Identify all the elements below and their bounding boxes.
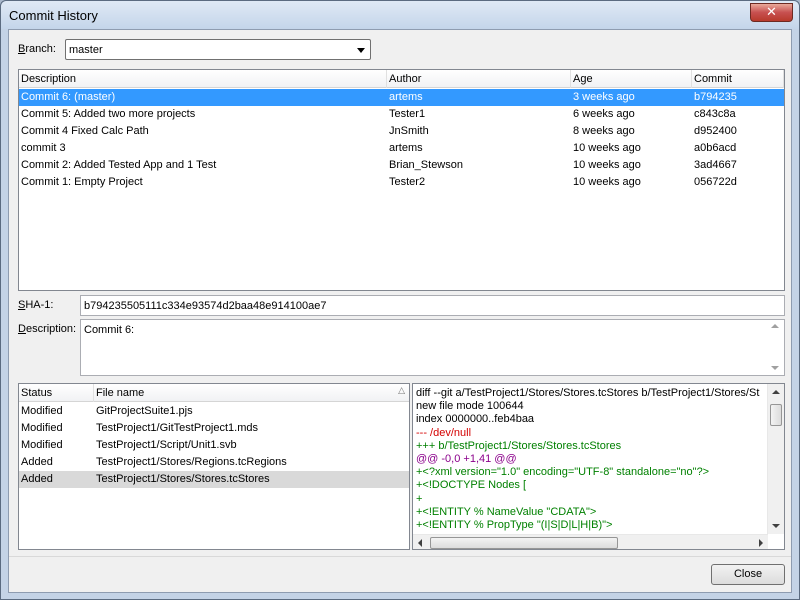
- file-row[interactable]: Modified GitProjectSuite1.pjs: [19, 403, 409, 420]
- scroll-left-icon[interactable]: [418, 539, 422, 547]
- commit-hash: a0b6acd: [694, 142, 737, 154]
- file-status: Modified: [21, 422, 63, 434]
- diff-line: new file mode 100644: [416, 400, 524, 413]
- commit-hash: 3ad4667: [694, 159, 737, 171]
- diff-line: +<?xml version="1.0" encoding="UTF-8" st…: [416, 466, 710, 479]
- description-value: Commit 6:: [84, 324, 135, 336]
- commits-header: Description Author Age Commit: [19, 70, 784, 88]
- file-name: TestProject1/GitTestProject1.mds: [96, 422, 259, 434]
- commit-description: Commit 5: Added two more projects: [21, 108, 196, 120]
- vertical-scroll-thumb[interactable]: [770, 404, 782, 426]
- commit-row[interactable]: Commit 5: Added two more projects Tester…: [19, 106, 784, 123]
- diff-line: @@ -0,0 +1,41 @@: [416, 453, 517, 465]
- commit-author: Brian_Stewson: [389, 159, 463, 171]
- branch-value: master: [69, 44, 103, 56]
- scroll-right-icon[interactable]: [759, 539, 763, 547]
- sha-label: SHA-1:: [18, 299, 54, 311]
- commit-age: 10 weeks ago: [573, 159, 641, 171]
- file-name: TestProject1/Script/Unit1.svb: [96, 439, 237, 451]
- files-list[interactable]: Status File name △ Modified GitProjectSu…: [18, 383, 410, 550]
- column-header-author[interactable]: Author: [387, 70, 571, 88]
- scroll-down-icon[interactable]: [772, 524, 780, 528]
- commit-description: Commit 2: Added Tested App and 1 Test: [21, 159, 217, 171]
- commit-hash: d952400: [694, 125, 737, 137]
- file-status: Added: [21, 456, 53, 468]
- commit-row[interactable]: Commit 1: Empty Project Tester2 10 weeks…: [19, 174, 784, 191]
- column-header-description[interactable]: Description: [19, 70, 387, 88]
- files-header: Status File name △: [19, 384, 409, 402]
- commit-age: 10 weeks ago: [573, 176, 641, 188]
- file-status: Modified: [21, 405, 63, 417]
- commit-history-window: Commit History ✕ Branch: master Descript…: [0, 0, 800, 600]
- title-bar[interactable]: Commit History ✕: [1, 1, 799, 29]
- file-row[interactable]: Added TestProject1/Stores/Regions.tcRegi…: [19, 454, 409, 471]
- diff-viewer[interactable]: diff --git a/TestProject1/Stores/Stores.…: [412, 383, 785, 550]
- branch-dropdown[interactable]: master: [65, 39, 371, 60]
- commit-age: 6 weeks ago: [573, 108, 635, 120]
- diff-line: +++ b/TestProject1/Stores/Stores.tcStore…: [416, 439, 622, 452]
- dialog-body: Branch: master Description Author Age Co…: [8, 29, 792, 593]
- commit-row[interactable]: Commit 2: Added Tested App and 1 Test Br…: [19, 157, 784, 174]
- scroll-up-icon[interactable]: [771, 324, 779, 328]
- commit-age: 10 weeks ago: [573, 142, 641, 154]
- file-name: TestProject1/Stores/Stores.tcStores: [96, 473, 270, 485]
- file-name-header-label: File name: [96, 387, 145, 399]
- chevron-down-icon: [357, 48, 365, 53]
- commit-hash: 056722d: [694, 176, 737, 188]
- sha-value: b794235505111c334e93574d2baa48e914100ae7: [84, 300, 327, 312]
- diff-content: diff --git a/TestProject1/Stores/Stores.…: [413, 384, 768, 534]
- sort-ascending-icon: △: [398, 386, 405, 396]
- branch-label: Branch:: [18, 43, 56, 55]
- commit-row[interactable]: Commit 6: (master) artems 3 weeks ago b7…: [19, 89, 784, 106]
- scroll-up-icon[interactable]: [772, 390, 780, 394]
- sha-field[interactable]: b794235505111c334e93574d2baa48e914100ae7: [80, 295, 785, 316]
- scroll-down-icon[interactable]: [771, 366, 779, 370]
- commits-list[interactable]: Description Author Age Commit Commit 6: …: [18, 69, 785, 291]
- commit-hash: b794235: [694, 91, 737, 103]
- file-name: TestProject1/Stores/Regions.tcRegions: [96, 456, 287, 468]
- file-status: Modified: [21, 439, 63, 451]
- description-scrollbar[interactable]: [767, 320, 784, 375]
- diff-vertical-scrollbar[interactable]: [767, 384, 784, 534]
- diff-line: +: [416, 492, 423, 505]
- column-header-file-name[interactable]: File name △: [94, 384, 409, 402]
- horizontal-scroll-thumb[interactable]: [430, 537, 618, 549]
- commit-age: 8 weeks ago: [573, 125, 635, 137]
- commit-author: Tester1: [389, 108, 426, 120]
- file-row[interactable]: Added TestProject1/Stores/Stores.tcStore…: [19, 471, 409, 488]
- file-status: Added: [21, 473, 53, 485]
- file-row[interactable]: Modified TestProject1/Script/Unit1.svb: [19, 437, 409, 454]
- file-row[interactable]: Modified TestProject1/GitTestProject1.md…: [19, 420, 409, 437]
- diff-line: index 0000000..feb4baa: [416, 413, 535, 426]
- divider: [9, 556, 791, 557]
- commit-age: 3 weeks ago: [573, 91, 635, 103]
- diff-line: +<!DOCTYPE Nodes [: [416, 479, 527, 492]
- commit-row[interactable]: commit 3 artems 10 weeks ago a0b6acd: [19, 140, 784, 157]
- close-window-icon[interactable]: ✕: [750, 3, 793, 22]
- description-label: Description:: [18, 323, 77, 335]
- commit-description: commit 3: [21, 142, 66, 154]
- commit-author: artems: [389, 142, 423, 154]
- description-field[interactable]: Commit 6:: [80, 319, 785, 376]
- column-header-age[interactable]: Age: [571, 70, 692, 88]
- close-button[interactable]: Close: [711, 564, 785, 585]
- file-name: GitProjectSuite1.pjs: [96, 405, 193, 417]
- column-header-status[interactable]: Status: [19, 384, 94, 402]
- commit-description: Commit 1: Empty Project: [21, 176, 143, 188]
- commit-description: Commit 4 Fixed Calc Path: [21, 125, 149, 137]
- commit-hash: c843c8a: [694, 108, 736, 120]
- commit-author: JnSmith: [389, 125, 429, 137]
- window-title: Commit History: [9, 8, 98, 23]
- diff-line: +<!ENTITY % NameValue "CDATA">: [416, 505, 597, 518]
- diff-line: diff --git a/TestProject1/Stores/Stores.…: [416, 387, 760, 399]
- diff-line: +<!ENTITY % PropType "(I|S|D|L|H|B)">: [416, 519, 613, 531]
- commit-author: Tester2: [389, 176, 426, 188]
- commit-description: Commit 6: (master): [21, 91, 116, 103]
- diff-line: --- /dev/null: [416, 426, 472, 439]
- column-header-commit[interactable]: Commit: [692, 70, 784, 88]
- commit-author: artems: [389, 91, 423, 103]
- diff-horizontal-scrollbar[interactable]: [413, 534, 768, 549]
- commit-row[interactable]: Commit 4 Fixed Calc Path JnSmith 8 weeks…: [19, 123, 784, 140]
